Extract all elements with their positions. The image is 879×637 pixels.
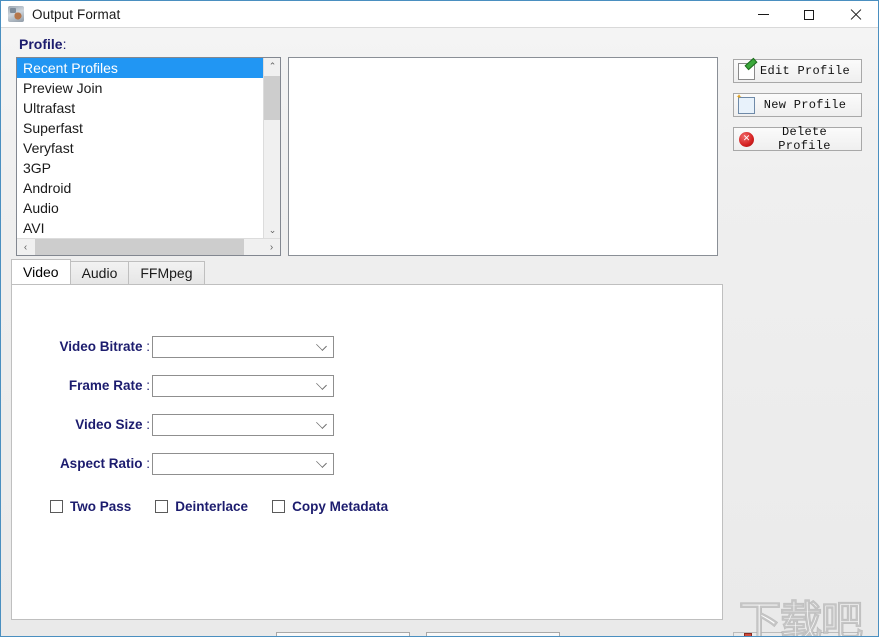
maximize-button[interactable]: [786, 1, 832, 28]
window-controls: [740, 1, 878, 28]
video-size-select[interactable]: [152, 414, 334, 436]
frame-rate-label-colon: :: [146, 378, 150, 393]
list-item[interactable]: 3GP: [17, 158, 264, 178]
new-profile-button[interactable]: New Profile: [733, 93, 862, 117]
chevron-down-icon: [316, 457, 327, 468]
horizontal-scrollbar-thumb[interactable]: [35, 239, 244, 255]
delete-profile-button[interactable]: ✕ Delete Profile: [733, 125, 862, 153]
checkbox-icon[interactable]: [155, 500, 169, 513]
tab-audio[interactable]: Audio: [69, 261, 130, 284]
aspect-ratio-label-colon: :: [146, 456, 150, 471]
tab-strip: Video Audio FFMpeg: [11, 259, 723, 284]
scroll-left-icon[interactable]: ‹: [17, 239, 34, 255]
list-item[interactable]: Superfast: [17, 118, 264, 138]
checkbox-icon[interactable]: [50, 500, 63, 513]
video-tab-panel: Video Bitrate : Frame Rate : Video Size …: [11, 284, 723, 620]
delete-circle-icon: ✕: [739, 132, 754, 147]
close-button[interactable]: [832, 1, 878, 28]
maximize-icon: [804, 9, 814, 20]
list-item[interactable]: Recent Profiles: [17, 58, 264, 78]
document-star-icon: [736, 93, 755, 114]
video-bitrate-label-text: Video Bitrate: [59, 339, 143, 354]
checkbox-icon[interactable]: [272, 500, 286, 513]
window-title: Output Format: [32, 6, 121, 22]
list-item[interactable]: AVI: [17, 218, 264, 238]
copy-metadata-checkbox[interactable]: Copy Metadata: [272, 499, 388, 514]
list-item[interactable]: Audio: [17, 198, 264, 218]
video-size-label: Video Size :: [75, 414, 150, 436]
two-pass-checkbox[interactable]: Two Pass: [50, 499, 131, 514]
minimize-button[interactable]: [740, 1, 786, 28]
video-bitrate-row: Video Bitrate :: [12, 336, 722, 358]
video-bitrate-label-colon: :: [146, 339, 150, 354]
horizontal-scrollbar[interactable]: ‹ ›: [17, 238, 280, 255]
profile-list[interactable]: Recent Profiles Preview Join Ultrafast S…: [16, 57, 281, 256]
frame-rate-label: Frame Rate :: [69, 375, 150, 397]
video-size-row: Video Size :: [12, 414, 722, 436]
vertical-scrollbar[interactable]: ⌃ ⌄: [263, 58, 280, 239]
aspect-ratio-select[interactable]: [152, 453, 334, 475]
new-profile-label: New Profile: [763, 98, 847, 112]
frame-rate-label-text: Frame Rate: [68, 378, 143, 393]
frame-rate-select[interactable]: [152, 375, 334, 397]
profile-section-label: Profile:: [19, 36, 66, 52]
scroll-right-icon[interactable]: ›: [263, 239, 280, 255]
delete-profile-label: Delete Profile: [778, 125, 831, 153]
close-icon: [849, 9, 861, 21]
edit-profile-label: Edit Profile: [759, 64, 850, 78]
minimize-icon: [757, 14, 769, 15]
deinterlace-checkbox[interactable]: Deinterlace: [155, 499, 248, 514]
scroll-up-icon[interactable]: ⌃: [264, 58, 280, 75]
scroll-down-icon[interactable]: ⌄: [264, 222, 280, 239]
video-bitrate-label: Video Bitrate :: [59, 336, 150, 358]
deinterlace-label: Deinterlace: [175, 499, 249, 514]
edit-profile-button[interactable]: Edit Profile: [733, 59, 862, 83]
video-bitrate-select[interactable]: [152, 336, 334, 358]
clear-button[interactable]: Clear: [733, 632, 862, 636]
list-item[interactable]: Ultrafast: [17, 98, 264, 118]
profile-list-items[interactable]: Recent Profiles Preview Join Ultrafast S…: [17, 58, 264, 239]
copy-metadata-label: Copy Metadata: [292, 499, 389, 514]
tab-ffmpeg[interactable]: FFMpeg: [128, 261, 205, 284]
aspect-ratio-row: Aspect Ratio :: [12, 453, 722, 475]
list-item[interactable]: Android: [17, 178, 264, 198]
video-size-label-colon: :: [146, 417, 150, 432]
aspect-ratio-label: Aspect Ratio :: [60, 453, 150, 475]
profile-label-text: Profile: [19, 36, 63, 52]
video-options-row: Two Pass Deinterlace Copy Metadata: [50, 499, 412, 514]
video-size-label-text: Video Size: [75, 417, 143, 432]
cancel-button[interactable]: Cancel: [426, 632, 560, 636]
profile-label-colon: :: [62, 36, 67, 52]
chevron-down-icon: [316, 340, 327, 351]
dialog-body: Profile: Recent Profiles Preview Join Ul…: [1, 28, 878, 636]
tab-video[interactable]: Video: [11, 259, 71, 284]
chevron-down-icon: [316, 379, 327, 390]
output-format-window: Output Format Profile: Recent Profiles P…: [0, 0, 879, 637]
list-item[interactable]: Veryfast: [17, 138, 264, 158]
two-pass-label: Two Pass: [70, 499, 132, 514]
document-pencil-icon: [738, 62, 755, 80]
frame-rate-row: Frame Rate :: [12, 375, 722, 397]
profile-description-panel: [288, 57, 718, 256]
vertical-scrollbar-thumb[interactable]: [264, 76, 280, 120]
list-item[interactable]: Preview Join: [17, 78, 264, 98]
title-bar: Output Format: [1, 1, 878, 28]
app-icon: [8, 6, 24, 22]
aspect-ratio-label-text: Aspect Ratio: [59, 456, 143, 471]
chevron-down-icon: [316, 418, 327, 429]
ok-button[interactable]: ✔ OK: [276, 632, 410, 636]
